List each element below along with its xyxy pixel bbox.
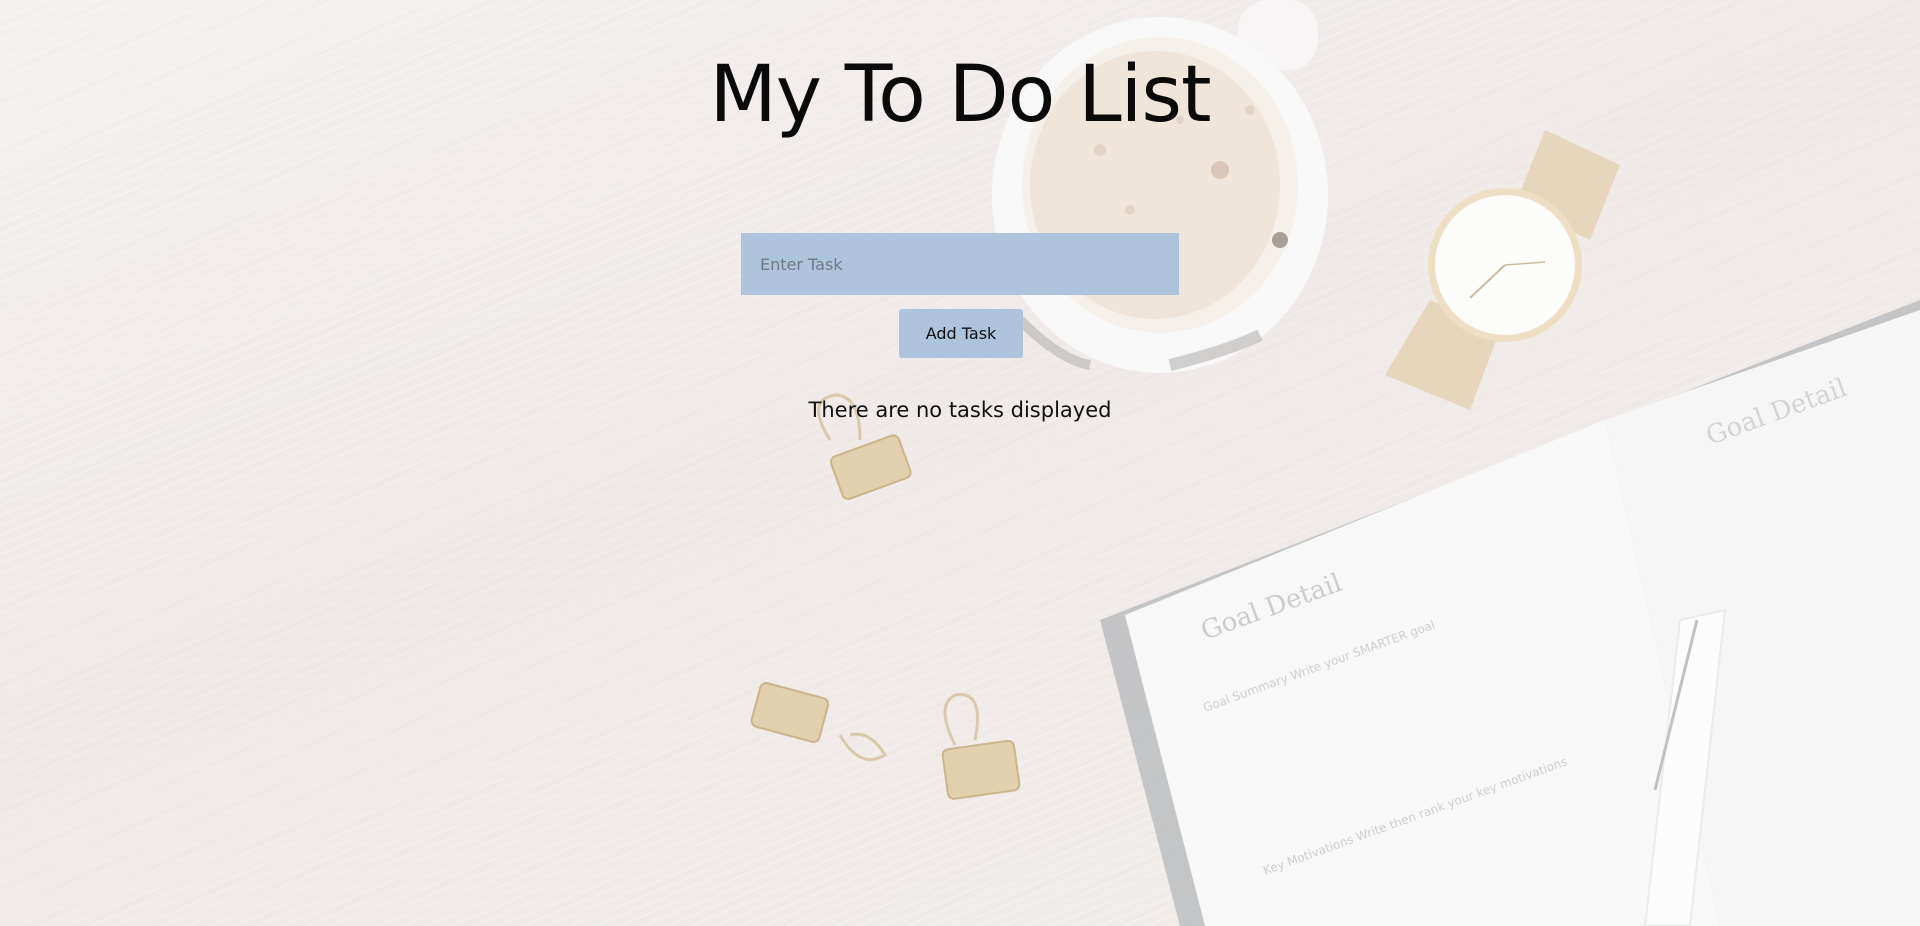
- page-title: My To Do List: [709, 50, 1211, 140]
- add-task-button[interactable]: Add Task: [899, 309, 1023, 358]
- empty-tasks-message: There are no tasks displayed: [808, 398, 1112, 422]
- task-input[interactable]: [741, 233, 1179, 295]
